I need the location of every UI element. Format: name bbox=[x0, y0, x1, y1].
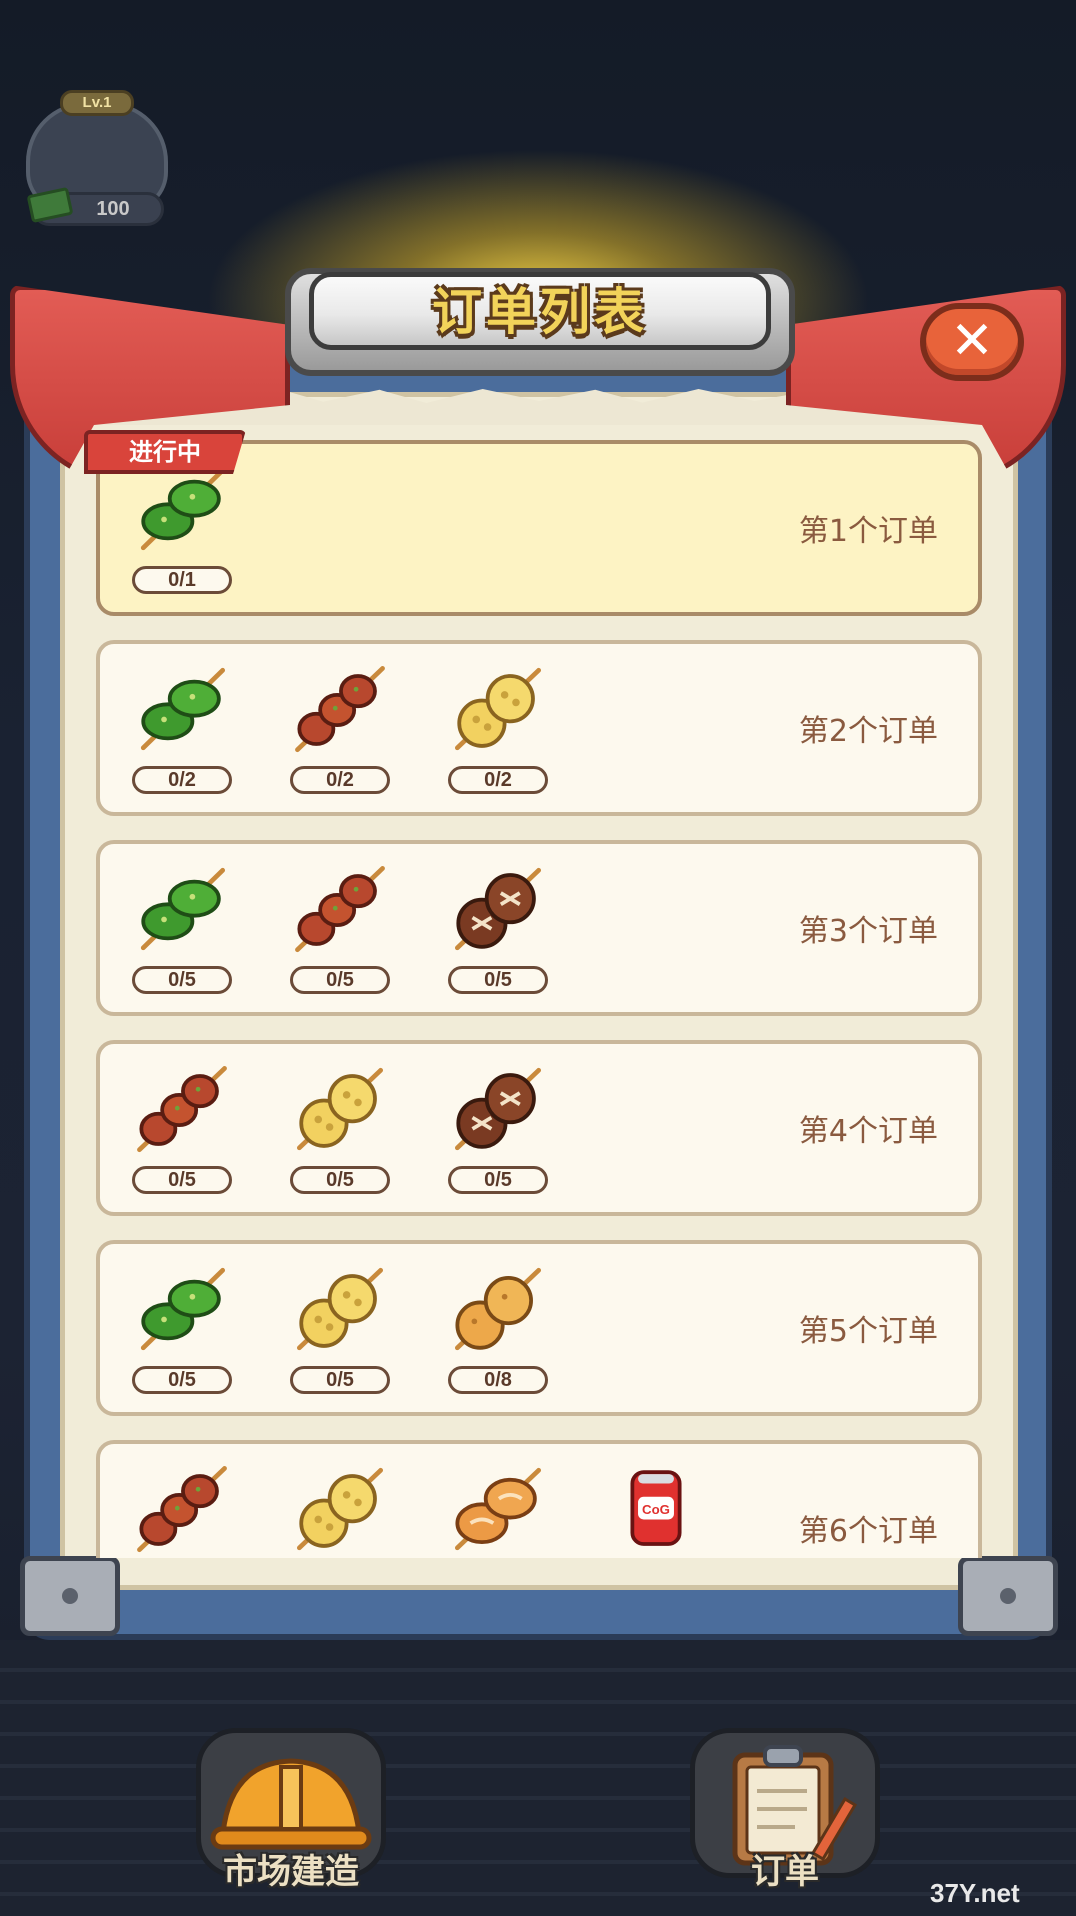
pepper-skewer-icon bbox=[140, 467, 226, 551]
lotus-skewer-icon bbox=[454, 667, 542, 751]
order-card-2[interactable]: 0/2 0/2 0/2 第2个订单 bbox=[96, 640, 982, 816]
svg-text:CoG: CoG bbox=[642, 1502, 670, 1517]
item-count: 0/5 bbox=[290, 966, 390, 994]
item-count: 0/8 bbox=[448, 1366, 548, 1394]
order-item[interactable]: 0/5 bbox=[126, 1262, 236, 1402]
item-count: 0/5 bbox=[132, 1366, 232, 1394]
cola-can-icon: CoG bbox=[630, 1470, 682, 1546]
order-item[interactable]: 0/1 bbox=[126, 462, 236, 602]
pepper-skewer-icon bbox=[140, 667, 226, 751]
player-money: 100 bbox=[26, 186, 164, 226]
mushroom-skewer-icon bbox=[454, 867, 542, 951]
order-item[interactable] bbox=[126, 1462, 236, 1558]
item-count: 0/2 bbox=[290, 766, 390, 794]
watermark: 37Y.net bbox=[930, 1878, 1020, 1908]
orders-button[interactable]: 订单 bbox=[690, 1728, 880, 1898]
mushroom-skewer-icon bbox=[454, 1067, 542, 1151]
pepper-skewer-icon bbox=[140, 867, 226, 951]
meat-skewer-icon bbox=[137, 1066, 227, 1153]
order-item[interactable]: 0/5 bbox=[126, 862, 236, 1002]
dialog-title: 订单列表 bbox=[432, 283, 648, 341]
meat-skewer-icon bbox=[295, 866, 385, 953]
bread-skewer-icon bbox=[454, 1467, 542, 1551]
order-item[interactable]: 0/5 bbox=[442, 1062, 552, 1202]
item-count: 0/1 bbox=[132, 566, 232, 594]
close-icon: ✕ bbox=[950, 311, 994, 371]
order-item[interactable] bbox=[284, 1462, 394, 1558]
lotus-skewer-icon bbox=[296, 1267, 384, 1351]
orders-label: 订单 bbox=[751, 1852, 819, 1892]
player-level: Lv.1 bbox=[60, 90, 134, 116]
order-card-5[interactable]: 0/5 0/5 0/8 第5个订单 bbox=[96, 1240, 982, 1416]
order-item[interactable]: CoG bbox=[600, 1462, 710, 1558]
lotus-skewer-icon bbox=[296, 1067, 384, 1151]
order-item[interactable]: 0/2 bbox=[126, 662, 236, 802]
order-card-3[interactable]: 0/5 0/5 0/5 第3个订单 bbox=[96, 840, 982, 1016]
order-item[interactable]: 0/5 bbox=[284, 1262, 394, 1402]
meat-skewer-icon bbox=[295, 666, 385, 753]
market-build-label: 市场建造 bbox=[223, 1852, 359, 1892]
corner-bolt-right bbox=[958, 1556, 1058, 1636]
item-count: 0/5 bbox=[290, 1166, 390, 1194]
money-value: 100 bbox=[96, 198, 130, 220]
order-card-6[interactable]: CoG 第6个订单 bbox=[96, 1440, 982, 1558]
floor-background bbox=[0, 1640, 1076, 1916]
order-item[interactable] bbox=[442, 1462, 552, 1558]
item-count: 0/5 bbox=[132, 966, 232, 994]
order-item[interactable]: 0/5 bbox=[442, 862, 552, 1002]
potato-skewer-icon bbox=[454, 1267, 542, 1351]
corner-bolt-left bbox=[20, 1556, 120, 1636]
order-label: 第6个订单 bbox=[798, 1514, 938, 1549]
pepper-skewer-icon bbox=[140, 1267, 226, 1351]
order-item[interactable]: 0/8 bbox=[442, 1262, 552, 1402]
order-label: 第1个订单 bbox=[798, 514, 938, 549]
order-label: 第4个订单 bbox=[798, 1114, 938, 1149]
market-build-button[interactable]: 市场建造 bbox=[196, 1728, 386, 1898]
order-list[interactable]: 0/1 第1个订单 0/2 0/2 0/2 第2个订单 0/5 0/5 0/5 第3个订单 0/5 0… bbox=[96, 440, 982, 1558]
close-button[interactable]: ✕ bbox=[920, 303, 1024, 381]
order-label: 第5个订单 bbox=[798, 1314, 938, 1349]
item-count: 0/5 bbox=[132, 1166, 232, 1194]
order-item[interactable]: 0/5 bbox=[284, 1062, 394, 1202]
meat-skewer-icon bbox=[137, 1466, 227, 1553]
order-item[interactable]: 0/2 bbox=[442, 662, 552, 802]
lotus-skewer-icon bbox=[296, 1467, 384, 1551]
order-label: 第2个订单 bbox=[798, 714, 938, 749]
item-count: 0/5 bbox=[290, 1366, 390, 1394]
order-label: 第3个订单 bbox=[798, 914, 938, 949]
item-count: 0/2 bbox=[448, 766, 548, 794]
in-progress-tag: 进行中 bbox=[84, 430, 246, 474]
item-count: 0/2 bbox=[132, 766, 232, 794]
order-item[interactable]: 0/2 bbox=[284, 662, 394, 802]
order-item[interactable]: 0/5 bbox=[284, 862, 394, 1002]
item-count: 0/5 bbox=[448, 1166, 548, 1194]
order-item[interactable]: 0/5 bbox=[126, 1062, 236, 1202]
order-card-4[interactable]: 0/5 0/5 0/5 第4个订单 bbox=[96, 1040, 982, 1216]
item-count: 0/5 bbox=[448, 966, 548, 994]
player-badge[interactable]: Lv.1 100 bbox=[22, 90, 172, 230]
